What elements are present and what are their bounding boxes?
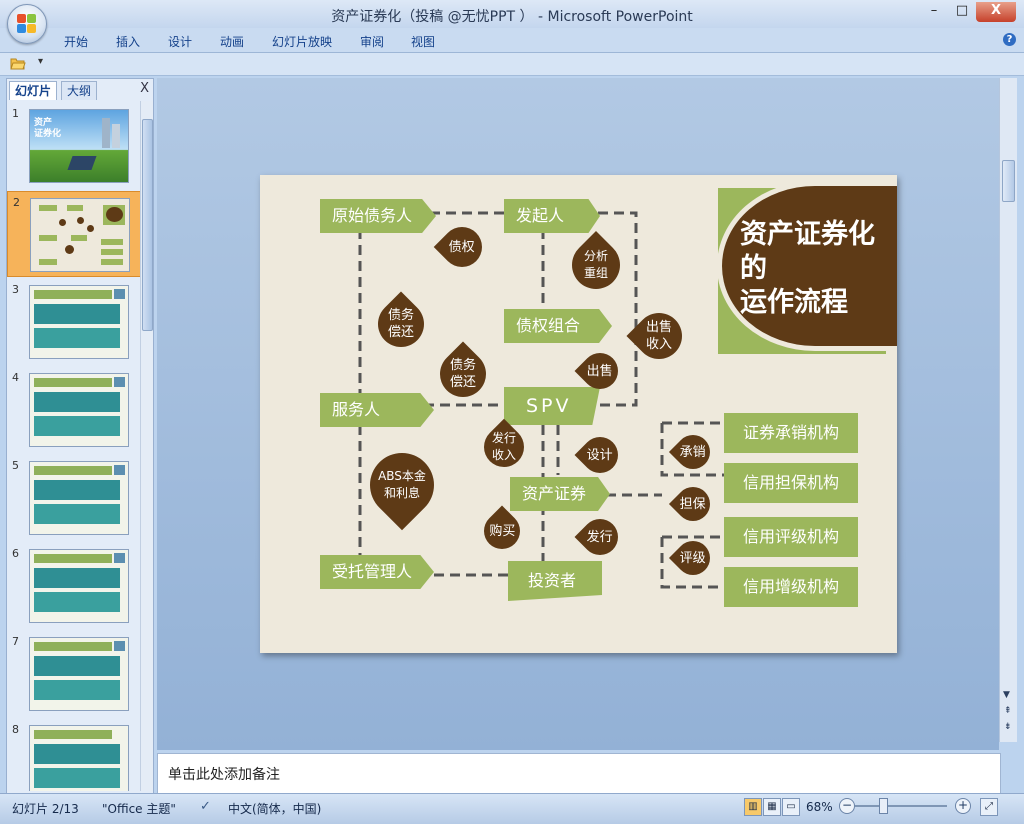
office-logo-icon [17, 14, 37, 34]
box-debt-pool: 债权组合 [504, 309, 612, 343]
tab-review[interactable]: 审阅 [360, 33, 384, 50]
zoom-slider[interactable] [855, 805, 947, 807]
slide-thumbnail[interactable]: 1 资产 证券化 [7, 103, 140, 187]
tab-animations[interactable]: 动画 [220, 33, 244, 50]
slide-thumbnail[interactable]: 4 [7, 367, 140, 451]
next-slide-icon[interactable]: ⇟ [1004, 722, 1012, 732]
notes-pane[interactable]: 单击此处添加备注 [157, 753, 1001, 794]
slide-thumbnail[interactable]: 7 [7, 631, 140, 715]
tab-home[interactable]: 开始 [64, 33, 88, 50]
next-slide-arrow-icon[interactable]: ▼ [1003, 690, 1010, 700]
status-bar: 幻灯片 2/13 "Office 主题" ✓ 中文(简体，中国) ▥ ▦ ▭ 6… [0, 793, 1024, 824]
slides-panel: 幻灯片 大纲 X 1 资产 证券化 2 3 4 5 6 7 8 [6, 78, 154, 794]
help-icon[interactable]: ? [1003, 33, 1016, 46]
slide-title: 资产证券化 的 运作流程 [740, 219, 875, 318]
slide-sorter-button[interactable]: ▦ [763, 798, 781, 816]
slide-thumbnail[interactable]: 5 [7, 455, 140, 539]
close-button[interactable]: X [976, 2, 1016, 22]
spelling-check-icon[interactable]: ✓ [200, 799, 211, 814]
theme-name: "Office 主题" [102, 802, 176, 816]
zoom-slider-knob[interactable] [879, 798, 888, 814]
box-trustee: 受托管理人 [320, 555, 434, 589]
zoom-level[interactable]: 68% [806, 800, 833, 814]
slide-thumbnail[interactable]: 6 [7, 543, 140, 627]
box-spv: SPV [504, 387, 600, 425]
box-enhancement: 信用增级机构 [724, 567, 858, 607]
box-servicer: 服务人 [320, 393, 434, 427]
main-scrollbar[interactable]: ▼ ⇞ ⇟ [999, 78, 1017, 742]
slide-thumbnail-selected[interactable]: 2 [7, 191, 140, 277]
zoom-out-button[interactable]: − [839, 798, 855, 814]
office-button[interactable] [7, 4, 47, 44]
language-indicator: 中文(简体，中国) [228, 802, 322, 816]
fit-to-window-icon[interactable]: ⤢ [980, 798, 998, 816]
slide-thumbnails: 1 资产 证券化 2 3 4 5 6 7 8 [7, 101, 140, 791]
tab-slideshow[interactable]: 幻灯片放映 [272, 33, 332, 50]
folder-open-icon[interactable] [10, 57, 26, 70]
tab-view[interactable]: 视图 [411, 33, 435, 50]
title-block: 资产证券化 的 运作流程 [718, 186, 897, 354]
title-bar: 资产证券化（投稿 @无忧PPT ） - Microsoft PowerPoint… [0, 0, 1024, 28]
tab-design[interactable]: 设计 [168, 33, 192, 50]
slideshow-view-button[interactable]: ▭ [782, 798, 800, 816]
panel-close-icon[interactable]: X [140, 81, 149, 96]
box-asset-securities: 资产证券 [510, 477, 610, 511]
box-rating: 信用评级机构 [724, 517, 858, 557]
zoom-in-button[interactable]: + [955, 798, 971, 814]
normal-view-button[interactable]: ▥ [744, 798, 762, 816]
maximize-button[interactable]: □ [948, 2, 976, 22]
window-title: 资产证券化（投稿 @无忧PPT ） - Microsoft PowerPoint [331, 9, 693, 25]
box-investors: 投资者 [508, 561, 602, 601]
main-scrollbar-thumb[interactable] [1002, 160, 1015, 202]
slide-thumbnail[interactable]: 8 [7, 719, 140, 791]
box-guarantor: 信用担保机构 [724, 463, 858, 503]
slide-canvas[interactable]: 资产证券化 的 运作流程 原始债务人 发起人 债权组合 服务人 SPV 资产证券… [260, 175, 897, 653]
notes-placeholder[interactable]: 单击此处添加备注 [168, 764, 280, 784]
thumb1-title: 资产 证券化 [34, 118, 62, 139]
minimize-button[interactable]: – [920, 2, 948, 22]
slide-counter: 幻灯片 2/13 [12, 802, 79, 816]
tab-insert[interactable]: 插入 [116, 33, 140, 50]
slide-thumbnail[interactable]: 3 [7, 279, 140, 363]
thumbnails-scrollbar[interactable] [140, 101, 153, 791]
tab-outline[interactable]: 大纲 [61, 81, 98, 100]
box-underwriter: 证券承销机构 [724, 413, 858, 453]
prev-slide-icon[interactable]: ⇞ [1004, 706, 1012, 716]
tab-slides[interactable]: 幻灯片 [9, 81, 58, 100]
qat-customize-button[interactable]: ▾ [38, 56, 43, 67]
ribbon-tabs: 开始 插入 设计 动画 幻灯片放映 审阅 视图 ? [0, 28, 1024, 53]
scrollbar-thumb[interactable] [142, 119, 153, 331]
box-sponsor: 发起人 [504, 199, 600, 233]
quick-access-toolbar: ▾ [0, 53, 1024, 76]
box-original-debtor: 原始债务人 [320, 199, 436, 233]
